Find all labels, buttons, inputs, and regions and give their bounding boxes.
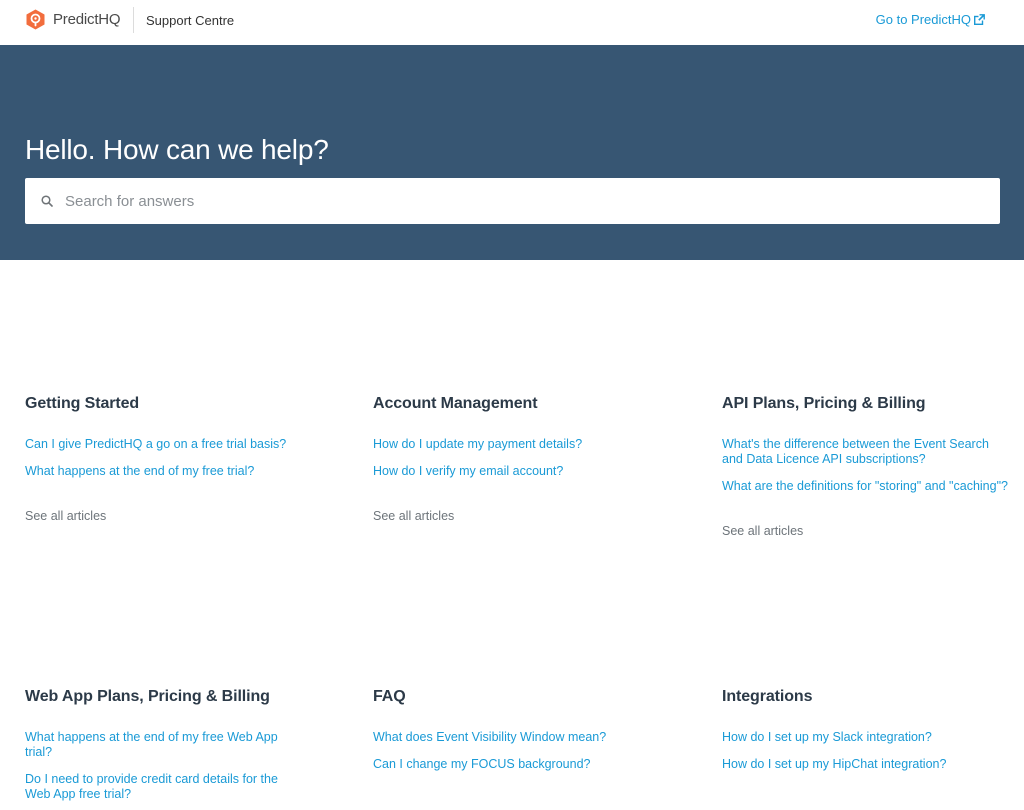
- article-link[interactable]: What's the difference between the Event …: [722, 437, 1012, 467]
- category-title: Integrations: [722, 688, 813, 705]
- article-link[interactable]: How do I set up my Slack integration?: [722, 730, 1012, 745]
- article-link[interactable]: Do I need to provide credit card details…: [25, 772, 300, 802]
- category-title: API Plans, Pricing & Billing: [722, 395, 926, 412]
- category-faq: FAQ What does Event Visibility Window me…: [373, 688, 663, 784]
- brand-logo-link[interactable]: PredictHQ: [25, 9, 121, 30]
- category-title: FAQ: [373, 688, 406, 705]
- brand-divider: [133, 7, 134, 33]
- brand-name: PredictHQ: [53, 11, 121, 28]
- page-title: Hello. How can we help?: [25, 134, 329, 165]
- top-bar: PredictHQ Support Centre Go to PredictHQ: [0, 0, 1024, 45]
- article-link[interactable]: What happens at the end of my free Web A…: [25, 730, 300, 760]
- search-icon: [41, 195, 53, 207]
- category-title: Getting Started: [25, 395, 140, 412]
- article-link[interactable]: What are the definitions for "storing" a…: [722, 479, 1012, 494]
- external-link-icon: [974, 14, 985, 25]
- article-link[interactable]: How do I set up my HipChat integration?: [722, 757, 1012, 772]
- search-box[interactable]: [25, 178, 1000, 224]
- see-all-articles-link[interactable]: See all articles: [722, 524, 1012, 538]
- category-web-app-plans: Web App Plans, Pricing & Billing What ha…: [25, 688, 305, 810]
- search-input[interactable]: [65, 186, 965, 216]
- category-account-management: Account Management How do I update my pa…: [373, 395, 663, 523]
- article-link[interactable]: What does Event Visibility Window mean?: [373, 730, 663, 745]
- category-api-plans: API Plans, Pricing & Billing What's the …: [722, 395, 1012, 538]
- predicthq-logo-icon: [26, 9, 45, 30]
- category-title: Account Management: [373, 395, 538, 412]
- category-getting-started: Getting Started Can I give PredictHQ a g…: [25, 395, 315, 523]
- article-link[interactable]: What happens at the end of my free trial…: [25, 464, 315, 479]
- see-all-articles-link[interactable]: See all articles: [25, 509, 315, 523]
- article-link[interactable]: Can I give PredictHQ a go on a free tria…: [25, 437, 315, 452]
- go-to-predicthq-label: Go to PredictHQ: [875, 12, 971, 27]
- hero-banner: Hello. How can we help?: [0, 45, 1024, 260]
- support-centre-link[interactable]: Support Centre: [146, 13, 234, 28]
- article-link[interactable]: How do I verify my email account?: [373, 464, 663, 479]
- article-link[interactable]: Can I change my FOCUS background?: [373, 757, 663, 772]
- category-integrations: Integrations How do I set up my Slack in…: [722, 688, 1012, 784]
- see-all-articles-link[interactable]: See all articles: [373, 509, 663, 523]
- go-to-predicthq-link[interactable]: Go to PredictHQ: [876, 12, 985, 27]
- category-title: Web App Plans, Pricing & Billing: [25, 688, 270, 705]
- article-link[interactable]: How do I update my payment details?: [373, 437, 663, 452]
